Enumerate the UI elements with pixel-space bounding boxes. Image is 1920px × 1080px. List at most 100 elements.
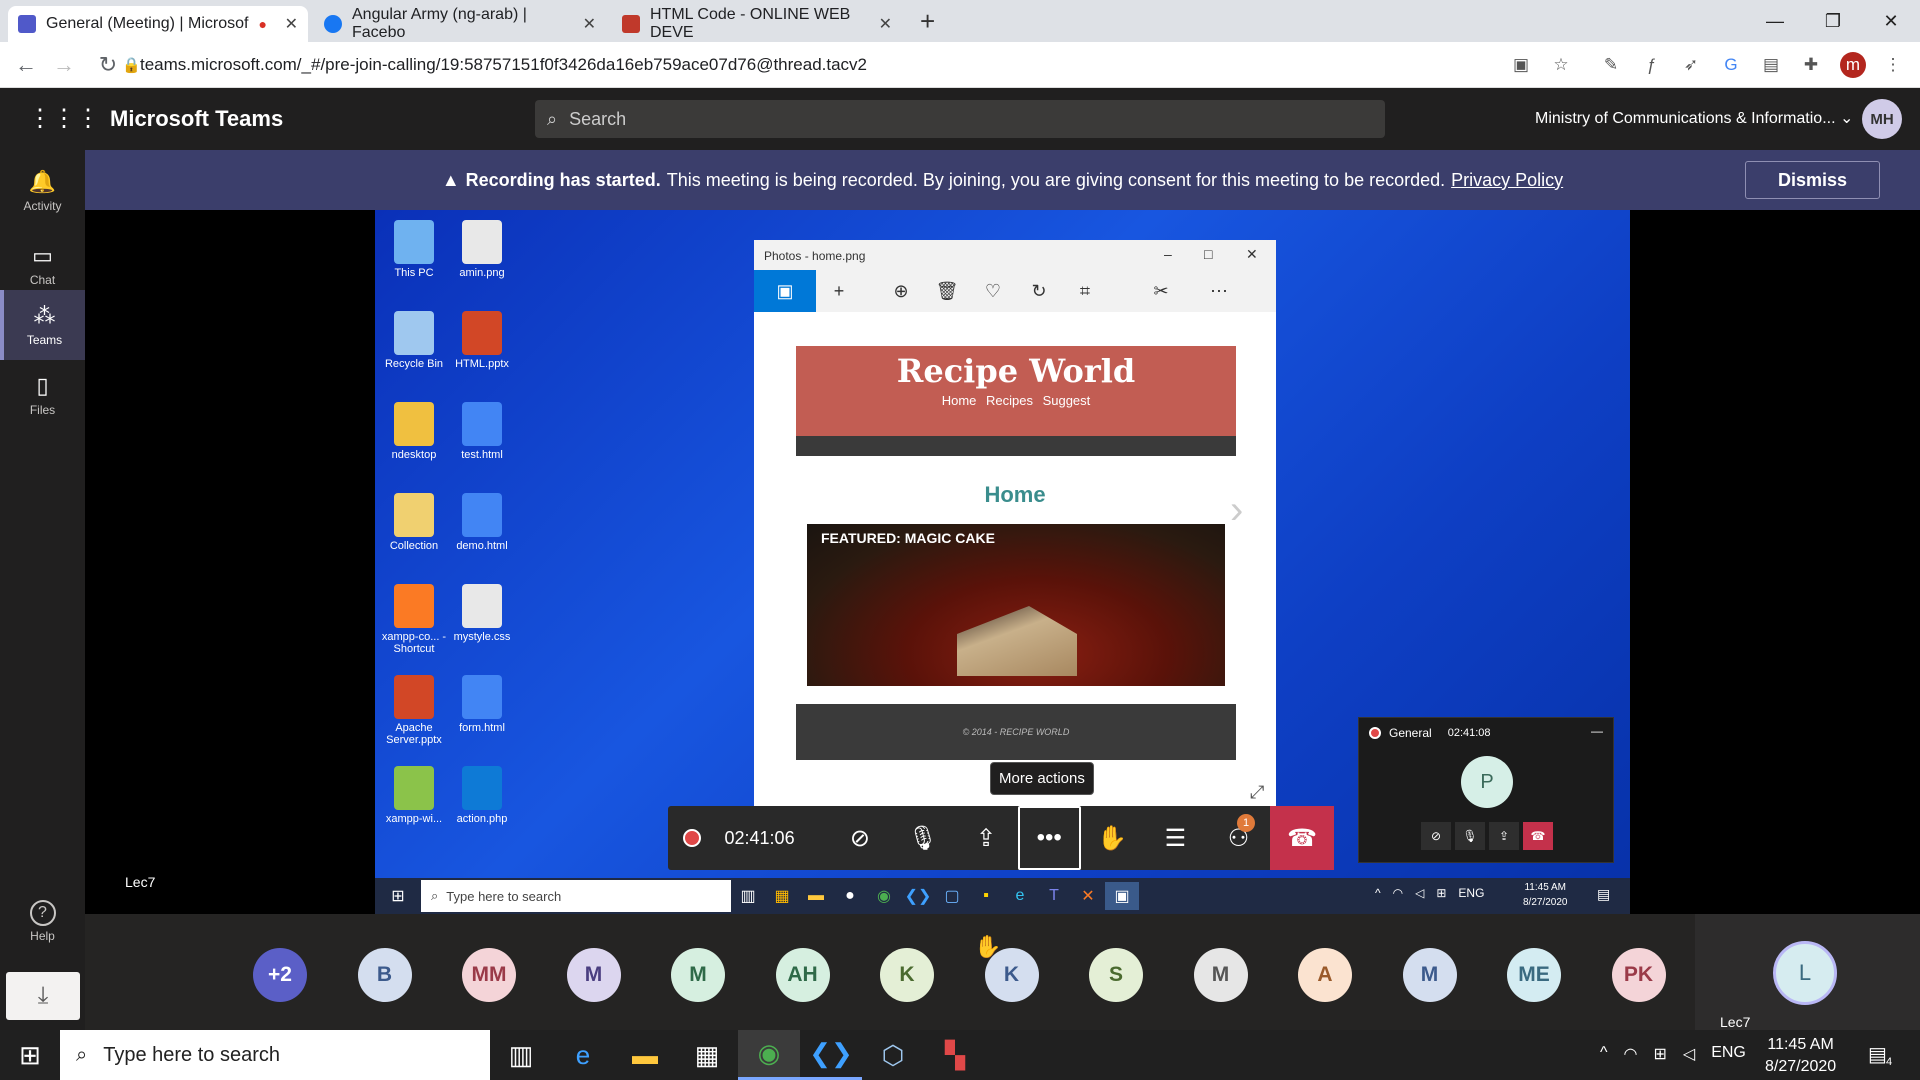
new-tab-button[interactable]: + [920,6,935,37]
image-icon[interactable]: ▣ [754,270,816,312]
reload-icon[interactable]: ↻ [90,42,126,88]
extension-formula-icon[interactable]: ƒ [1638,52,1664,78]
next-arrow-icon[interactable]: › [1230,488,1243,533]
forward-icon[interactable]: → [46,42,82,88]
file-explorer-icon[interactable]: ▬ [614,1030,676,1080]
profile-avatar[interactable]: m [1840,52,1866,78]
participant-avatar[interactable]: B [357,948,412,1002]
user-avatar[interactable]: MH [1862,99,1902,139]
desktop-icon[interactable]: form.html [447,675,517,734]
desktop-icon[interactable]: amin.png [447,220,517,279]
rail-item-files[interactable]: ▯ Files [0,360,85,430]
camera-blocked-icon[interactable]: ▣ [1508,52,1534,78]
desktop-icon[interactable]: ndesktop [379,402,449,461]
vscode-icon[interactable]: ❮❯ [901,882,935,910]
desktop-icon[interactable]: Recycle Bin [379,311,449,370]
extension-pen-icon[interactable]: ✎ [1598,52,1624,78]
edit-icon[interactable]: ✂ [1138,281,1184,302]
network-icon[interactable]: ⊞ [1436,886,1446,900]
crop-icon[interactable]: ⌗ [1062,281,1108,302]
desktop-icon[interactable]: test.html [447,402,517,461]
participant-avatar[interactable]: M [566,948,621,1002]
rotate-icon[interactable]: ↻ [1016,281,1062,302]
desktop-icon[interactable]: Apache Server.pptx [379,675,449,746]
help-button[interactable]: ? Help [0,900,85,960]
app-grid-icon[interactable]: ▚ [924,1030,986,1080]
store-icon[interactable]: ▦ [765,882,799,910]
windows-start-icon[interactable]: ⊞ [0,1030,60,1080]
raise-hand-icon[interactable]: ✋ [1081,806,1144,870]
desktop-icon[interactable]: demo.html [447,493,517,552]
favorite-icon[interactable]: ♡ [970,281,1016,302]
minimize-icon[interactable]: — [1746,0,1804,42]
remote-clock[interactable]: 11:45 AM 8/27/2020 [1523,880,1568,910]
tray-chevron-icon[interactable]: ^ [1600,1044,1608,1064]
edge-icon[interactable]: e [1003,882,1037,910]
rail-item-teams[interactable]: ⁂ Teams [0,290,85,360]
3d-viewer-icon[interactable]: ⬡ [862,1030,924,1080]
desktop-icon[interactable]: HTML.pptx [447,311,517,370]
mic-icon[interactable]: 🎙 [1455,822,1485,850]
search-input[interactable]: ⌕ Search [535,100,1385,138]
hang-up-icon[interactable]: ☎ [1523,822,1553,850]
host-search-box[interactable]: ⌕ Type here to search [60,1030,490,1080]
task-view-icon[interactable]: ▥ [731,882,765,910]
more-icon[interactable]: ⋯ [1196,281,1242,302]
host-lang[interactable]: ENG [1711,1044,1746,1064]
media-icon[interactable]: ● [833,882,867,910]
chrome-icon[interactable]: ◉ [867,882,901,910]
notification-icon[interactable]: ▤ [1597,886,1610,903]
participant-avatar[interactable]: +2 [253,948,307,1002]
restore-icon[interactable]: ❐ [1804,0,1862,42]
share-screen-icon[interactable]: ⇪ [955,806,1018,870]
edge-icon[interactable]: e [552,1030,614,1080]
participant-avatar[interactable]: K [880,948,934,1002]
tray-chevron-icon[interactable]: ^ [1375,886,1381,900]
sticky-notes-icon[interactable]: ▪ [969,882,1003,910]
app-launcher-icon[interactable]: ⋮⋮⋮ [28,104,100,134]
wifi-icon[interactable]: ◠ [1393,886,1403,900]
desktop-icon[interactable]: Collection [379,493,449,552]
file-explorer-icon[interactable]: ▬ [799,882,833,910]
wifi-icon[interactable]: ◠ [1624,1044,1638,1064]
desktop-icon[interactable]: xampp-co... - Shortcut [379,584,449,655]
desktop-icon[interactable]: mystyle.css [447,584,517,643]
network-icon[interactable]: ⊞ [1653,1044,1666,1064]
url-field[interactable]: teams.microsoft.com/_#/pre-join-calling/… [140,42,867,88]
meeting-mini-window[interactable]: General 02:41:08 — P ⊘ 🎙 ⇪ ☎ [1358,717,1614,863]
desktop-icon[interactable]: action.php [447,766,517,825]
share-screen-icon[interactable]: ⇪ [1489,822,1519,850]
minimize-icon[interactable]: – [1164,246,1172,262]
camera-app-icon[interactable]: ▢ [935,882,969,910]
bookmark-star-icon[interactable]: ☆ [1548,52,1574,78]
participant-avatar[interactable]: AH [775,948,830,1002]
add-icon[interactable]: + [816,281,862,302]
google-translate-icon[interactable]: G [1718,52,1744,78]
back-icon[interactable]: ← [8,42,44,88]
extension-bird-icon[interactable]: ➶ [1678,52,1704,78]
chrome-icon[interactable]: ◉ [738,1030,800,1080]
show-participants-icon[interactable]: ⚇ [1207,806,1270,870]
privacy-policy-link[interactable]: Privacy Policy [1451,170,1563,191]
delete-icon[interactable]: 🗑 [924,281,970,302]
close-tab-icon[interactable]: ✕ [583,14,596,34]
remote-lang[interactable]: ENG [1458,886,1484,900]
hang-up-button[interactable]: ☎ [1270,806,1335,870]
desktop-icon[interactable]: xampp-wi... [379,766,449,825]
extensions-puzzle-icon[interactable]: ✚ [1798,52,1824,78]
participant-avatar[interactable]: S [1089,948,1143,1002]
notification-center-icon[interactable]: ▤ [1868,1042,1887,1067]
minimize-icon[interactable]: — [1591,724,1603,738]
tab-teams-meeting[interactable]: General (Meeting) | Microsof ● ✕ [8,6,308,42]
participant-avatar[interactable]: M [1402,948,1457,1002]
dismiss-button[interactable]: Dismiss [1745,161,1880,199]
participant-avatar[interactable]: M [671,948,725,1002]
rail-item-activity[interactable]: 🔔 Activity [0,156,85,226]
show-conversation-icon[interactable]: ☰ [1144,806,1207,870]
photos-app-icon[interactable]: ▣ [1105,882,1139,910]
task-view-icon[interactable]: ▥ [490,1030,552,1080]
close-tab-icon[interactable]: ✕ [285,14,298,34]
participant-avatar[interactable]: ME [1507,948,1561,1002]
remote-search-box[interactable]: ⌕ Type here to search [421,880,731,912]
volume-icon[interactable]: ◁ [1683,1044,1695,1064]
